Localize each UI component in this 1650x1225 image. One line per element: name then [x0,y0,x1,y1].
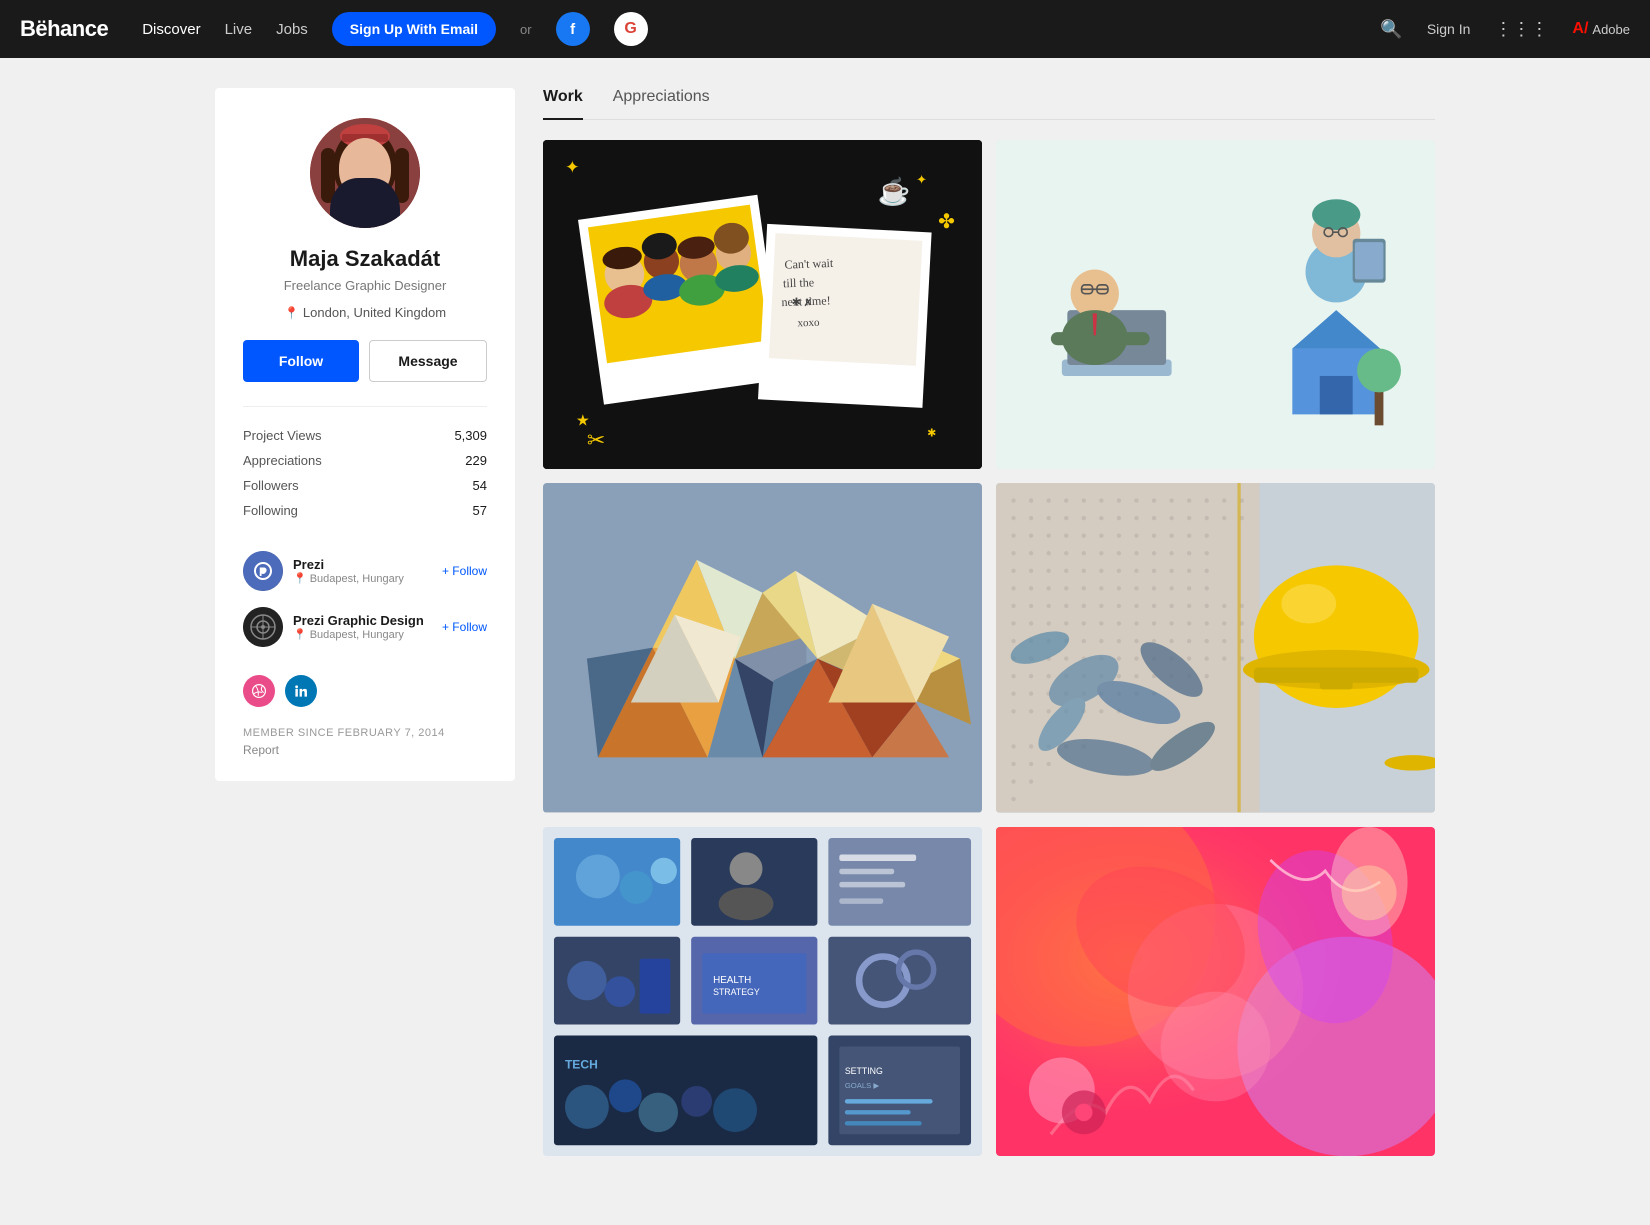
pin-icon-prezi-gd: 📍 [293,628,307,641]
profile-card: Maja Szakadát Freelance Graphic Designer… [215,88,515,781]
presentation-svg: HEALTH STRATEGY TECH [543,827,982,1156]
action-buttons: Follow Message [243,340,487,382]
portfolio-item-2[interactable] [996,140,1435,469]
avatar-svg [310,118,420,228]
brand-logo[interactable]: Bëhance [20,16,108,42]
svg-text:✱ ✗: ✱ ✗ [791,296,813,309]
avatar [310,118,420,228]
stat-followers: Followers 54 [243,473,487,498]
org-info-prezi-gd: Prezi Graphic Design 📍 Budapest, Hungary [293,613,432,641]
google-login-button[interactable]: G [614,12,648,46]
svg-text:Can't wait: Can't wait [784,256,834,272]
right-content: Work Appreciations ✦ ✦ ★ ✱ ✤ [543,88,1435,1156]
stat-appreciations: Appreciations 229 [243,448,487,473]
nav-jobs[interactable]: Jobs [276,21,308,38]
portfolio-item-5[interactable]: HEALTH STRATEGY TECH [543,827,982,1156]
polaroid-svg: ✦ ✦ ★ ✱ ✤ [543,140,982,469]
helmet-svg [996,483,1435,812]
signin-link[interactable]: Sign In [1427,21,1471,37]
location-icon: 📍 [284,306,299,320]
main-content: Maja Szakadát Freelance Graphic Designer… [175,58,1475,1186]
follow-prezi-gd-button[interactable]: + Follow [442,620,487,634]
svg-text:✦: ✦ [565,157,580,177]
org-avatar-prezi-gd [243,607,283,647]
org-item-prezi: P Prezi 📍 Budapest, Hungary + Follow [243,543,487,599]
portfolio-item-6[interactable] [996,827,1435,1156]
org-item-prezi-gd: Prezi Graphic Design 📍 Budapest, Hungary… [243,599,487,655]
follow-button[interactable]: Follow [243,340,359,382]
avatar-container [243,118,487,228]
stat-following: Following 57 [243,498,487,523]
geo-svg [543,483,982,812]
nav-discover[interactable]: Discover [142,21,200,38]
message-button[interactable]: Message [369,340,487,382]
org-info-prezi: Prezi 📍 Budapest, Hungary [293,557,432,585]
nav-live[interactable]: Live [225,21,253,38]
svg-text:xoxo: xoxo [797,317,820,330]
portfolio-item-1[interactable]: ✦ ✦ ★ ✱ ✤ [543,140,982,469]
portfolio-grid: ✦ ✦ ★ ✱ ✤ [543,140,1435,1156]
dribbble-icon[interactable] [243,675,275,707]
portfolio-item-4[interactable] [996,483,1435,812]
svg-text:✱: ✱ [927,427,936,439]
navbar: Bëhance Discover Live Jobs Sign Up With … [0,0,1650,58]
avatar-image [310,118,420,228]
adobe-icon: A/ [1572,20,1588,38]
tab-appreciations[interactable]: Appreciations [613,88,710,120]
linkedin-icon[interactable] [285,675,317,707]
or-label: or [520,22,532,37]
report-link[interactable]: Report [243,743,487,757]
follow-prezi-button[interactable]: + Follow [442,564,487,578]
pin-icon-prezi: 📍 [293,572,307,585]
org-loc-prezi: 📍 Budapest, Hungary [293,572,432,585]
facebook-login-button[interactable]: f [556,12,590,46]
following-orgs: P Prezi 📍 Budapest, Hungary + Follow [243,543,487,655]
search-icon[interactable]: 🔍 [1380,19,1402,40]
svg-text:HEALTH: HEALTH [713,974,751,985]
tabs: Work Appreciations [543,88,1435,120]
svg-text:✤: ✤ [938,211,955,233]
abstract-svg [996,827,1435,1156]
svg-text:till the: till the [783,275,815,290]
profile-name: Maja Szakadát [243,246,487,272]
stats-section: Project Views 5,309 Appreciations 229 Fo… [243,406,487,523]
remote-svg [996,140,1435,469]
adobe-logo: A/ Adobe [1572,20,1630,38]
social-links [243,675,487,707]
profile-location: 📍 London, United Kingdom [243,305,487,320]
stat-project-views: Project Views 5,309 [243,423,487,448]
grid-icon[interactable]: ⋮⋮⋮ [1494,19,1548,40]
svg-text:✂: ✂ [587,427,605,452]
tab-work[interactable]: Work [543,88,583,120]
org-loc-prezi-gd: 📍 Budapest, Hungary [293,628,432,641]
org-avatar-prezi: P [243,551,283,591]
svg-text:GOALS ▶: GOALS ▶ [845,1081,881,1090]
profile-title: Freelance Graphic Designer [243,278,487,293]
svg-text:STRATEGY: STRATEGY [713,986,760,996]
member-since: MEMBER SINCE FEBRUARY 7, 2014 [243,727,487,739]
svg-text:✦: ✦ [916,172,927,187]
svg-text:☕: ☕ [878,175,911,206]
signup-button[interactable]: Sign Up With Email [332,12,496,46]
svg-text:SETTING: SETTING [845,1065,883,1075]
portfolio-item-3[interactable] [543,483,982,812]
svg-text:TECH: TECH [565,1057,598,1071]
